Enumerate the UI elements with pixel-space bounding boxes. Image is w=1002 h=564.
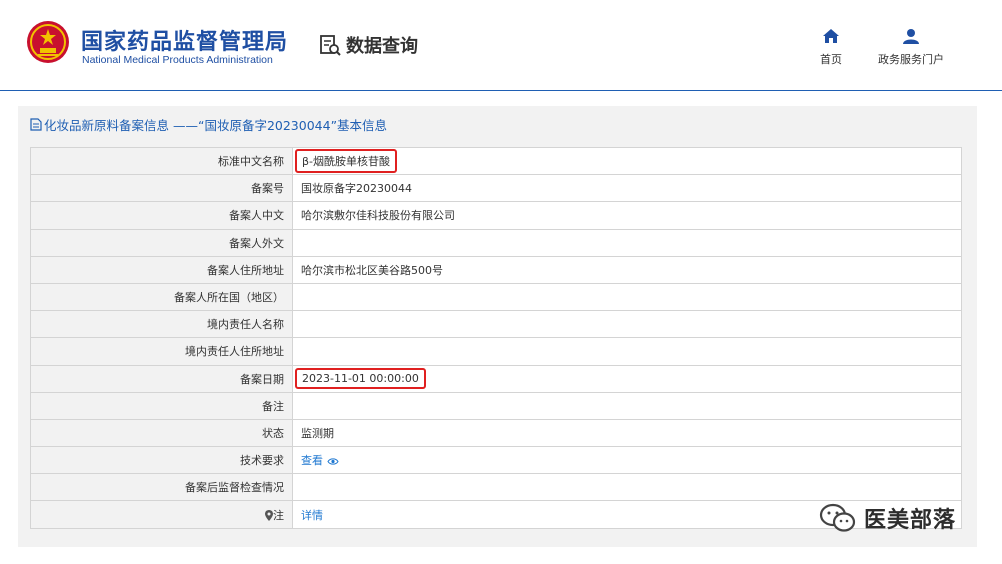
row-label: 备案人中文 — [30, 201, 293, 230]
table-row: 备案人中文 哈尔滨敷尔佳科技股份有限公司 — [30, 201, 962, 230]
row-label: 备案号 — [30, 174, 293, 203]
nav-home-label: 首页 — [820, 53, 842, 66]
info-table: 标准中文名称 β-烟酰胺单核苷酸 备案号 国妆原备字20230044 备案人中文… — [30, 146, 962, 529]
table-row: 境内责任人名称 — [30, 310, 962, 339]
national-emblem-icon — [27, 21, 69, 63]
row-label: 备案人所在国（地区） — [30, 282, 293, 312]
table-row: 备案号 国妆原备字20230044 — [30, 174, 962, 203]
site-header: 国家药品监督管理局 National Medical Products Admi… — [0, 0, 1002, 91]
table-row: 备案人所在国（地区） — [30, 282, 962, 312]
watermark-text: 医美部落 — [864, 508, 957, 533]
row-value — [292, 282, 962, 312]
row-value — [292, 228, 962, 257]
row-label: 状态 — [30, 418, 293, 448]
info-panel: 化妆品新原料备案信息 ——“国妆原备字20230044”基本信息 标准中文名称 … — [18, 106, 977, 547]
user-icon — [903, 29, 919, 44]
row-value: 哈尔滨敷尔佳科技股份有限公司 — [292, 201, 962, 230]
watermark: 医美部落 — [818, 502, 956, 534]
table-row: 标准中文名称 β-烟酰胺单核苷酸 — [30, 146, 962, 176]
nav-service-portal[interactable]: 政务服务门户 — [869, 28, 953, 67]
table-row: 境内责任人住所地址 — [30, 337, 962, 366]
row-value — [292, 310, 962, 339]
row-value: 国妆原备字20230044 — [292, 174, 962, 203]
row-label: 注 — [273, 508, 284, 522]
document-icon — [30, 118, 42, 131]
wechat-icon — [819, 503, 856, 532]
row-value — [292, 337, 962, 366]
table-row: 技术要求 查看 — [30, 446, 962, 475]
row-label: 备注 — [30, 391, 293, 420]
location-pin-icon — [265, 510, 273, 522]
panel-title: 化妆品新原料备案信息 ——“国妆原备字20230044”基本信息 — [30, 115, 387, 134]
row-label: 标准中文名称 — [30, 146, 293, 176]
org-name-en: National Medical Products Administration — [82, 54, 273, 66]
row-label: 备案人外文 — [30, 228, 293, 257]
row-label: 备案后监督检查情况 — [30, 473, 293, 502]
document-search-icon — [320, 35, 341, 56]
row-label: 备案日期 — [30, 364, 293, 393]
row-label: 备案人住所地址 — [30, 255, 293, 284]
row-value — [292, 473, 962, 502]
nav-home[interactable]: 首页 — [811, 28, 851, 67]
row-label: 境内责任人住所地址 — [30, 337, 293, 366]
row-value — [292, 391, 962, 420]
row-label: 境内责任人名称 — [30, 310, 293, 339]
row-label: 技术要求 — [30, 446, 293, 475]
view-tech-requirements-link[interactable]: 查看 — [301, 454, 323, 467]
eye-icon[interactable] — [326, 457, 339, 466]
data-query-link[interactable]: 数据查询 — [318, 32, 418, 58]
table-row: 备案后监督检查情况 — [30, 473, 962, 502]
row-value-highlighted: β-烟酰胺单核苷酸 — [295, 149, 397, 174]
org-name-cn: 国家药品监督管理局 — [81, 30, 289, 55]
table-row: 备案人住所地址 哈尔滨市松北区美谷路500号 — [30, 255, 962, 284]
details-link[interactable]: 详情 — [301, 509, 323, 522]
nav-service-portal-label: 政务服务门户 — [878, 53, 944, 66]
row-value: 监测期 — [292, 418, 962, 448]
home-icon — [823, 29, 839, 43]
table-row: 状态 监测期 — [30, 418, 962, 448]
row-value-highlighted: 2023-11-01 00:00:00 — [295, 368, 426, 390]
panel-title-text: 化妆品新原料备案信息 ——“国妆原备字20230044”基本信息 — [44, 118, 388, 133]
row-value: 哈尔滨市松北区美谷路500号 — [292, 255, 962, 284]
table-row: 备案人外文 — [30, 228, 962, 257]
table-row: 备注 — [30, 391, 962, 420]
data-query-label: 数据查询 — [346, 36, 418, 57]
table-row: 备案日期 2023-11-01 00:00:00 — [30, 364, 962, 393]
